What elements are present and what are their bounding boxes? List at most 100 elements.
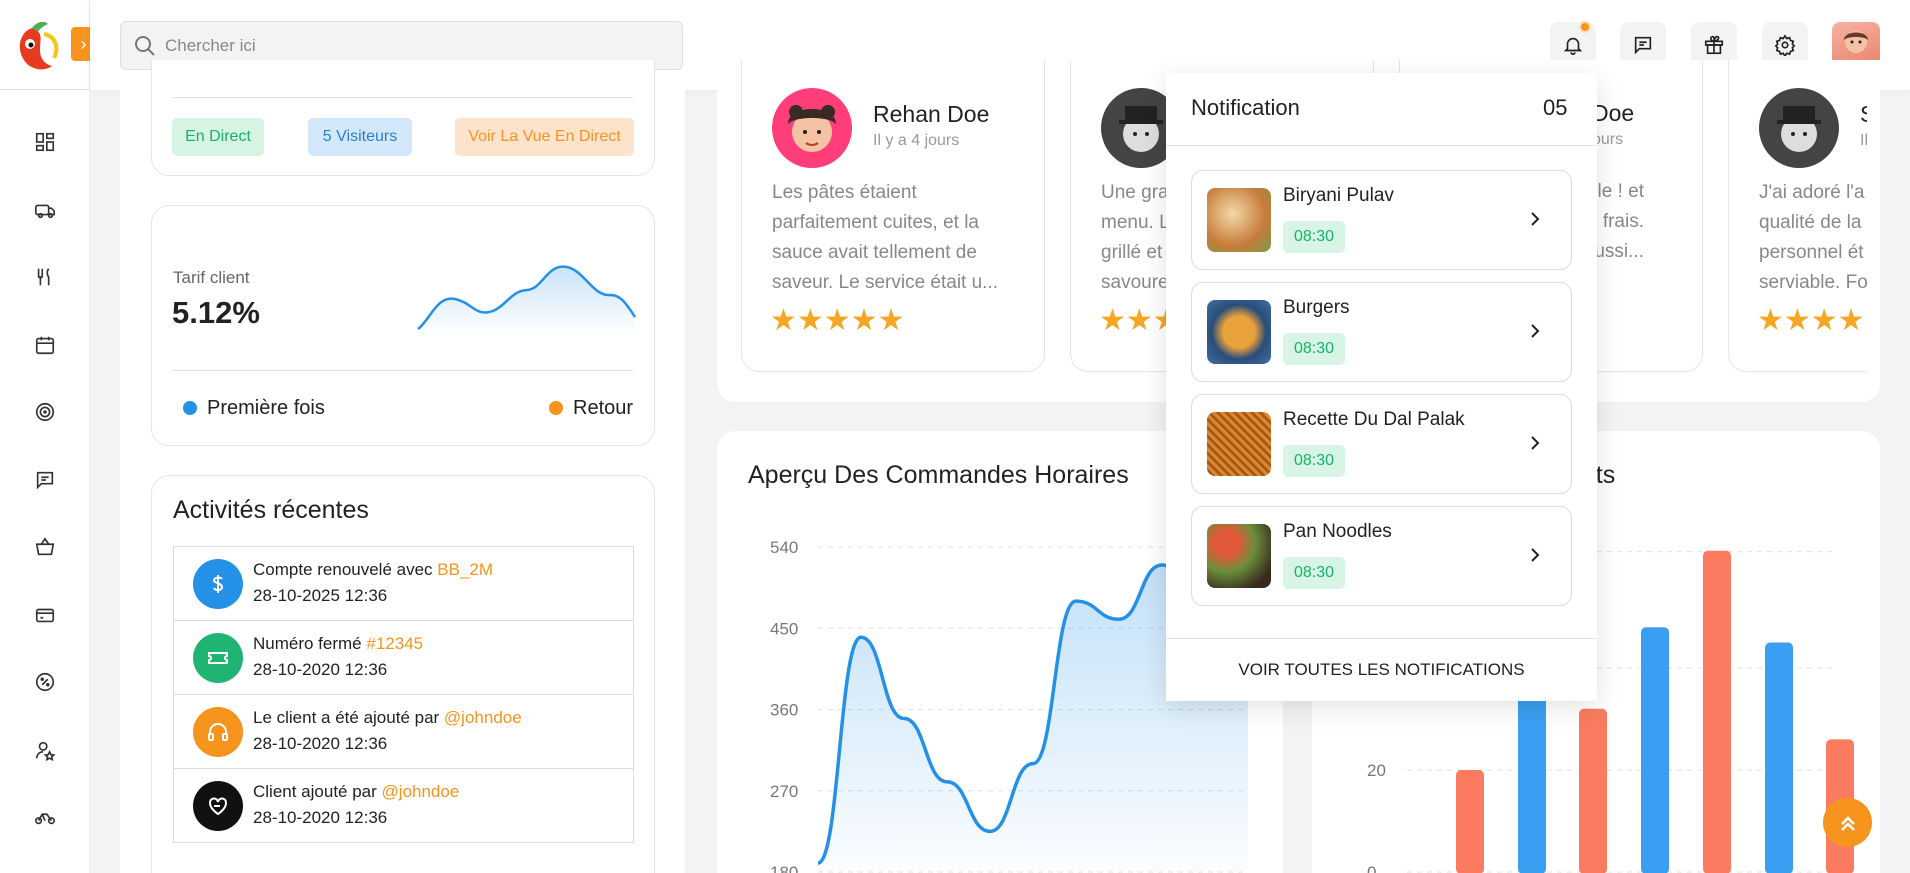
legend-dot-first bbox=[183, 401, 197, 415]
y-tick-label: 360 bbox=[770, 701, 798, 720]
activity-text: Client ajouté par @johndoe bbox=[253, 782, 460, 801]
food-image bbox=[1207, 300, 1271, 364]
scroll-to-top-button[interactable] bbox=[1823, 798, 1872, 847]
divider bbox=[1166, 638, 1597, 639]
legend-dot-return bbox=[549, 401, 563, 415]
notification-item-time: 08:30 bbox=[1283, 445, 1345, 477]
rate-label: Tarif client bbox=[173, 268, 250, 287]
activity-item[interactable]: Numéro fermé #12345 28-10-2020 12:36 bbox=[173, 621, 634, 695]
bar bbox=[1703, 550, 1731, 873]
nav-calendar-icon[interactable] bbox=[30, 330, 60, 360]
food-image bbox=[1207, 412, 1271, 476]
nav-restaurant-icon[interactable] bbox=[30, 262, 60, 292]
reviewer-name: Rehan Doe bbox=[873, 101, 990, 127]
divider bbox=[173, 370, 633, 371]
bell-icon bbox=[1563, 37, 1583, 55]
gear-icon bbox=[1774, 34, 1796, 56]
divider bbox=[1166, 145, 1597, 146]
notification-item-name: Recette Du Dal Palak bbox=[1283, 409, 1465, 430]
review-card[interactable]: S Il J'ai adoré l'a qualité de la person… bbox=[1728, 60, 1867, 372]
rating-stars: ★★★★★ bbox=[1757, 304, 1867, 337]
notification-title: Notification bbox=[1191, 95, 1300, 120]
reviewer-avatar bbox=[772, 88, 852, 168]
divider bbox=[0, 89, 90, 90]
rate-value: 5.12% bbox=[172, 295, 260, 330]
legend-first-time: Première fois bbox=[207, 397, 325, 419]
activity-date: 28-10-2020 12:36 bbox=[253, 660, 388, 679]
activity-text: Le client a été ajouté par @johndoe bbox=[253, 708, 522, 727]
rating-stars: ★★★★★ bbox=[770, 304, 905, 337]
notification-dot bbox=[1579, 21, 1591, 33]
headset-icon bbox=[193, 707, 243, 757]
legend-return: Retour bbox=[573, 397, 634, 419]
notification-item[interactable]: Pan Noodles 08:30 bbox=[1191, 506, 1572, 606]
message-icon bbox=[1634, 36, 1652, 55]
activity-text: Numéro fermé #12345 bbox=[253, 634, 424, 653]
double-chevron-up-icon bbox=[1840, 815, 1855, 831]
review-text: J'ai adoré l'a qualité de la personnel é… bbox=[1759, 182, 1867, 293]
food-image bbox=[1207, 188, 1271, 252]
nav-target-icon[interactable] bbox=[30, 397, 60, 427]
reviewer-name: S bbox=[1860, 101, 1867, 128]
nav-discount-icon[interactable] bbox=[30, 667, 60, 697]
activity-date: 28-10-2020 12:36 bbox=[253, 734, 388, 753]
notification-dropdown bbox=[1166, 73, 1597, 701]
nav-delivery-icon[interactable] bbox=[30, 195, 60, 225]
review-time: Il y a 4 jours bbox=[873, 132, 960, 149]
y-tick-label: 180 bbox=[770, 863, 798, 873]
review-text: Une gra menu. L grillé et savoure bbox=[1101, 182, 1169, 293]
notification-item[interactable]: Burgers 08:30 bbox=[1191, 282, 1572, 382]
live-view-button[interactable]: Voir La Vue En Direct bbox=[455, 118, 634, 156]
ticket-icon bbox=[193, 633, 243, 683]
review-card[interactable]: Rehan Doe Il y a 4 jours Les pâtes étaie… bbox=[741, 60, 1045, 372]
activity-item[interactable]: Compte renouvelé avec BB_2M 28-10-2025 1… bbox=[173, 547, 634, 621]
dollar-icon bbox=[193, 559, 243, 609]
live-badge[interactable]: En Direct bbox=[172, 118, 264, 156]
notification-item-time: 08:30 bbox=[1283, 557, 1345, 589]
view-all-notifications-link[interactable]: VOIR TOUTES LES NOTIFICATIONS bbox=[1166, 660, 1597, 680]
activity-item[interactable]: Client ajouté par @johndoe 28-10-2020 12… bbox=[173, 769, 634, 843]
y-tick-label: 20 bbox=[1367, 761, 1386, 780]
activity-date: 28-10-2020 12:36 bbox=[253, 808, 388, 827]
search-icon bbox=[135, 36, 155, 56]
nav-dashboard-icon[interactable] bbox=[30, 127, 60, 157]
divider bbox=[173, 97, 633, 98]
notification-item[interactable]: Recette Du Dal Palak 08:30 bbox=[1191, 394, 1572, 494]
nav-customer-icon[interactable] bbox=[30, 735, 60, 765]
bar bbox=[1518, 688, 1546, 873]
reviewer-avatar bbox=[1759, 88, 1839, 168]
nav-chat-icon[interactable] bbox=[30, 465, 60, 495]
nav-wallet-icon[interactable] bbox=[30, 600, 60, 630]
y-tick-label: 0 bbox=[1367, 863, 1376, 873]
notification-item-time: 08:30 bbox=[1283, 333, 1345, 365]
visitors-badge[interactable]: 5 Visiteurs bbox=[308, 118, 412, 156]
notification-item-name: Biryani Pulav bbox=[1283, 185, 1394, 206]
notification-count: 05 bbox=[1543, 95, 1568, 120]
hourly-orders-title: Aperçu Des Commandes Horaires bbox=[748, 461, 1129, 489]
review-time: Il bbox=[1860, 132, 1867, 149]
app-logo[interactable] bbox=[14, 18, 62, 74]
y-tick-label: 270 bbox=[770, 782, 798, 801]
activity-date: 28-10-2025 12:36 bbox=[253, 586, 388, 605]
activity-text: Compte renouvelé avec BB_2M bbox=[253, 560, 494, 579]
bar bbox=[1765, 642, 1793, 873]
chevron-right-icon bbox=[1527, 543, 1543, 567]
rate-sparkline bbox=[417, 265, 637, 335]
bar bbox=[1579, 708, 1607, 873]
bar bbox=[1456, 770, 1484, 873]
chevron-right-icon: › bbox=[80, 33, 87, 54]
reviewer-name: Doe bbox=[1592, 100, 1635, 126]
y-tick-label: 540 bbox=[770, 538, 798, 557]
notification-item-name: Pan Noodles bbox=[1283, 521, 1392, 542]
chevron-right-icon bbox=[1527, 207, 1543, 231]
nav-bike-icon[interactable] bbox=[30, 802, 60, 832]
notification-item-time: 08:30 bbox=[1283, 221, 1345, 253]
heart-hand-icon bbox=[193, 781, 243, 831]
chevron-right-icon bbox=[1527, 431, 1543, 455]
bar bbox=[1641, 627, 1669, 873]
nav-basket-icon[interactable] bbox=[30, 532, 60, 562]
activity-item[interactable]: Le client a été ajouté par @johndoe 28-1… bbox=[173, 695, 634, 769]
notification-item[interactable]: Biryani Pulav 08:30 bbox=[1191, 170, 1572, 270]
food-image bbox=[1207, 524, 1271, 588]
y-tick-label: 450 bbox=[770, 619, 798, 638]
